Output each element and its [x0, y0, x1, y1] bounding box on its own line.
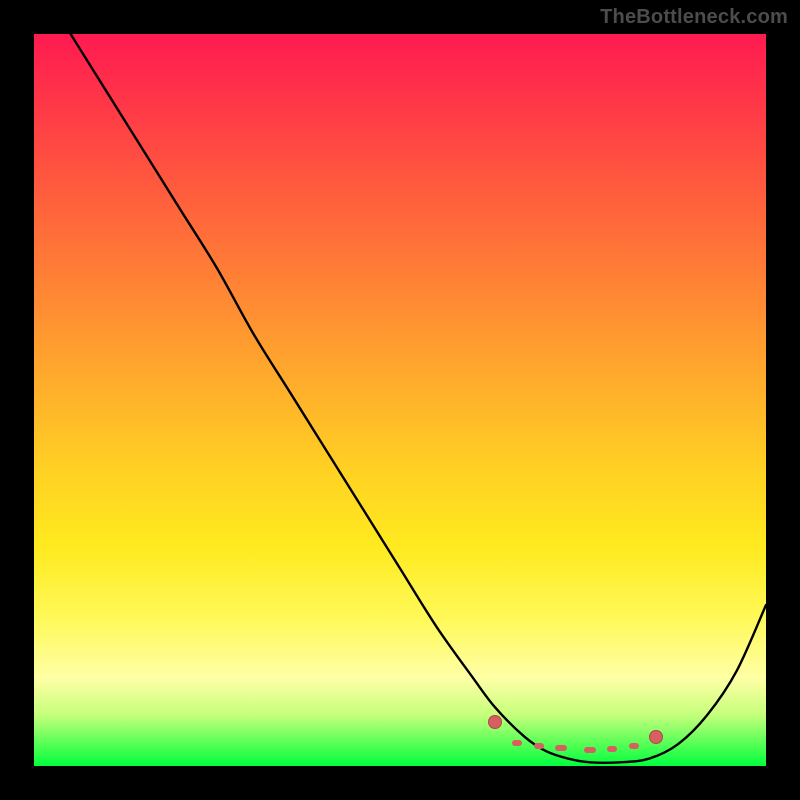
highlight-dash [512, 740, 522, 746]
highlight-dash [555, 745, 567, 751]
highlight-dot [488, 715, 502, 729]
highlight-dot [649, 730, 663, 744]
optimal-range-markers [34, 34, 766, 766]
highlight-dash [629, 743, 639, 749]
highlight-dash [607, 746, 617, 752]
highlight-dash [534, 743, 544, 749]
plot-area [34, 34, 766, 766]
chart-container: TheBottleneck.com [0, 0, 800, 800]
attribution-text: TheBottleneck.com [600, 6, 788, 29]
highlight-dash [584, 747, 596, 753]
